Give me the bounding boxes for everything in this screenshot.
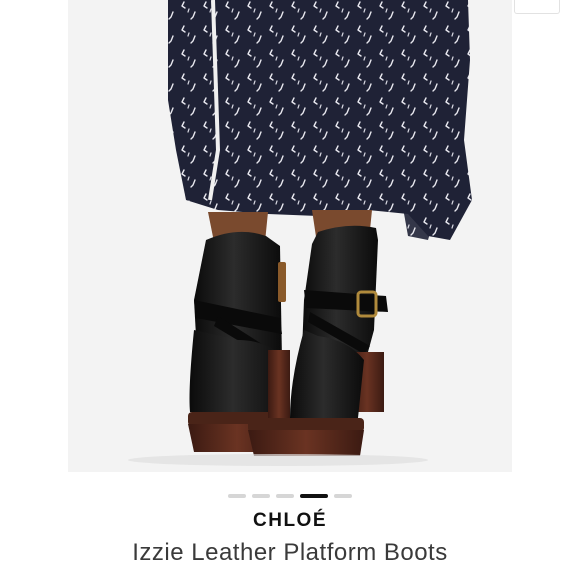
product-photo <box>68 0 512 472</box>
carousel-dot-4[interactable] <box>300 494 328 498</box>
carousel-pagination <box>0 491 580 501</box>
corner-button[interactable] <box>514 0 560 14</box>
product-title: Izzie Leather Platform Boots <box>132 539 448 566</box>
carousel-dot-3[interactable] <box>276 494 294 498</box>
carousel-dot-2[interactable] <box>252 494 270 498</box>
carousel-dot-5[interactable] <box>334 494 352 498</box>
brand-name[interactable]: CHLOÉ <box>0 510 580 532</box>
carousel-dot-1[interactable] <box>228 494 246 498</box>
product-image[interactable] <box>68 0 512 472</box>
